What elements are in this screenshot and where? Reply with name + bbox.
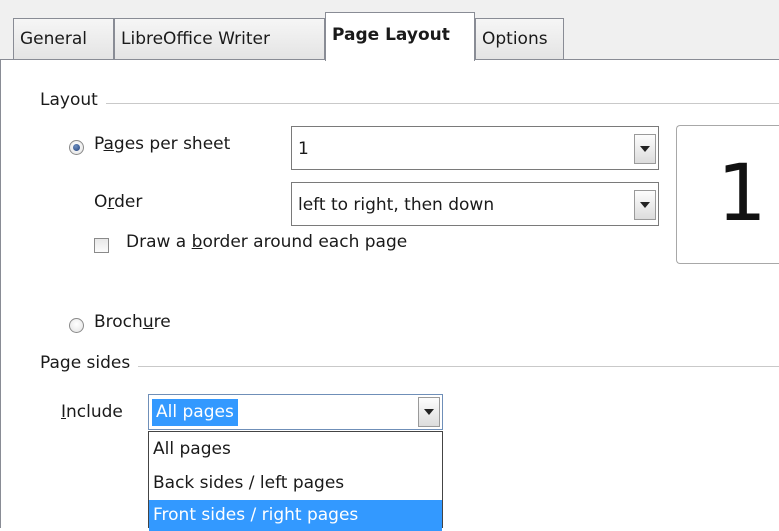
include-combo[interactable]: All pages [148,394,443,430]
preview-page-number: 1 [717,149,767,239]
page-sides-section-title: Page sides [40,353,139,373]
draw-border-label: Draw a border around each page [126,232,408,252]
pages-per-sheet-radio[interactable] [69,140,84,155]
order-label: Order [94,192,143,212]
include-dropdown-list: All pages Back sides / left pages Front … [148,431,443,531]
layout-preview: 1 [676,125,779,264]
chevron-down-icon [640,202,650,208]
chevron-down-icon [424,409,434,415]
layout-separator [40,103,779,104]
tab-options[interactable]: Options [475,18,564,59]
brochure-radio[interactable] [69,318,84,333]
page-sides-separator [40,366,779,367]
option-all-pages[interactable]: All pages [149,434,442,465]
layout-section-title: Layout [40,90,106,110]
tab-page-layout[interactable]: Page Layout [325,12,475,61]
pages-per-sheet-combo[interactable]: 1 [291,126,659,170]
pages-per-sheet-label: Pages per sheet [94,134,231,154]
include-label: Include [61,402,123,422]
chevron-down-icon [640,146,650,152]
pages-per-sheet-dropdown-button[interactable] [634,134,656,164]
option-front-sides-right-pages[interactable]: Front sides / right pages [149,500,442,531]
brochure-label: Brochure [94,312,171,332]
tab-libreoffice-writer[interactable]: LibreOffice Writer [114,18,325,59]
option-back-sides-left-pages[interactable]: Back sides / left pages [149,468,442,499]
order-combo[interactable]: left to right, then down [291,182,659,226]
pages-per-sheet-value: 1 [298,139,309,159]
draw-border-checkbox[interactable] [94,238,109,253]
tab-general[interactable]: General [13,18,114,59]
panel-border [0,60,1,528]
radio-selected-dot [73,144,80,151]
include-dropdown-button[interactable] [418,397,440,427]
include-value: All pages [152,399,238,426]
order-dropdown-button[interactable] [634,190,656,220]
order-value: left to right, then down [298,195,495,215]
